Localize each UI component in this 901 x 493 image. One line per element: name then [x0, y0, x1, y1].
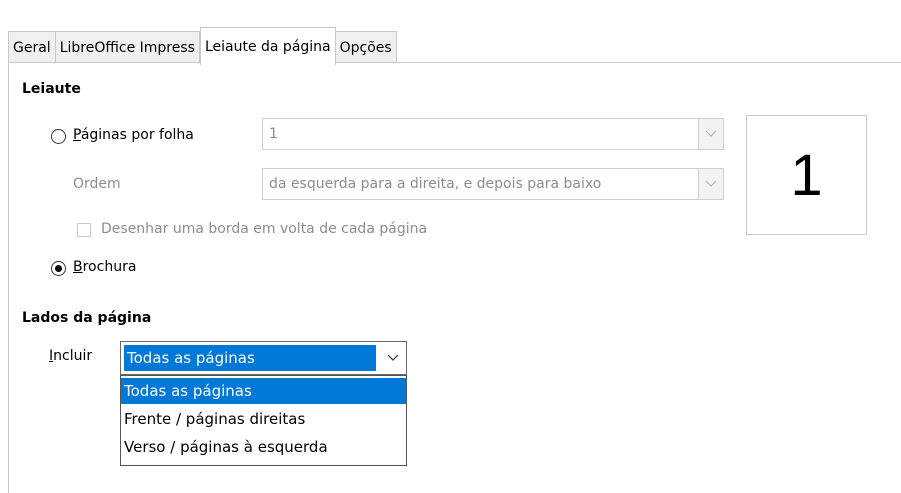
- pages-per-sheet-value: 1: [269, 126, 278, 142]
- include-select-value: Todas as páginas: [124, 345, 376, 371]
- layout-preview: 1: [746, 115, 867, 235]
- tab-panel-border: [8, 62, 901, 63]
- pages-per-sheet-mnemonic: P: [73, 127, 81, 143]
- pages-per-sheet-select[interactable]: 1: [262, 118, 724, 150]
- include-label: Incluir: [49, 348, 92, 364]
- include-option-back[interactable]: Verso / páginas à esquerda: [121, 434, 406, 460]
- include-select[interactable]: Todas as páginas: [120, 341, 407, 375]
- radio-selected-dot: [55, 265, 62, 272]
- print-dialog-panel: Geral LibreOffice Impress Leiaute da pág…: [0, 0, 901, 493]
- include-options-list: Todas as páginas Frente / páginas direit…: [120, 375, 407, 466]
- brochure-radio[interactable]: [51, 261, 66, 276]
- chevron-down-icon[interactable]: [698, 119, 723, 149]
- tab-libreoffice-impress[interactable]: LibreOffice Impress: [55, 31, 200, 63]
- order-value: da esquerda para a direita, e depois par…: [269, 176, 602, 192]
- tab-strip: Geral LibreOffice Impress Leiaute da pág…: [8, 27, 397, 65]
- tab-page-layout[interactable]: Leiaute da página: [199, 27, 336, 65]
- include-label-text: ncluir: [53, 348, 93, 364]
- layout-heading: Leiaute: [22, 81, 81, 97]
- draw-border-label: Desenhar uma borda em volta de cada pági…: [101, 221, 428, 237]
- brochure-mnemonic: B: [73, 259, 83, 275]
- order-select[interactable]: da esquerda para a direita, e depois par…: [262, 168, 724, 200]
- draw-border-checkbox[interactable]: [77, 223, 91, 237]
- preview-page-number: 1: [790, 142, 823, 208]
- chevron-down-icon[interactable]: [381, 343, 405, 373]
- brochure-label-text: rochura: [82, 259, 137, 275]
- pages-per-sheet-radio[interactable]: [51, 129, 66, 144]
- include-option-front[interactable]: Frente / páginas direitas: [121, 406, 406, 432]
- tab-options[interactable]: Opções: [335, 31, 397, 63]
- brochure-label: Brochura: [73, 259, 136, 275]
- page-sides-heading: Lados da página: [22, 310, 152, 326]
- include-option-all[interactable]: Todas as páginas: [121, 378, 406, 404]
- chevron-down-icon[interactable]: [698, 169, 723, 199]
- tab-general[interactable]: Geral: [8, 31, 56, 63]
- order-label: Ordem: [73, 176, 121, 192]
- tab-panel-border-left: [8, 62, 9, 493]
- pages-per-sheet-label: Páginas por folha: [73, 127, 194, 143]
- pages-per-sheet-label-text: áginas por folha: [80, 127, 194, 143]
